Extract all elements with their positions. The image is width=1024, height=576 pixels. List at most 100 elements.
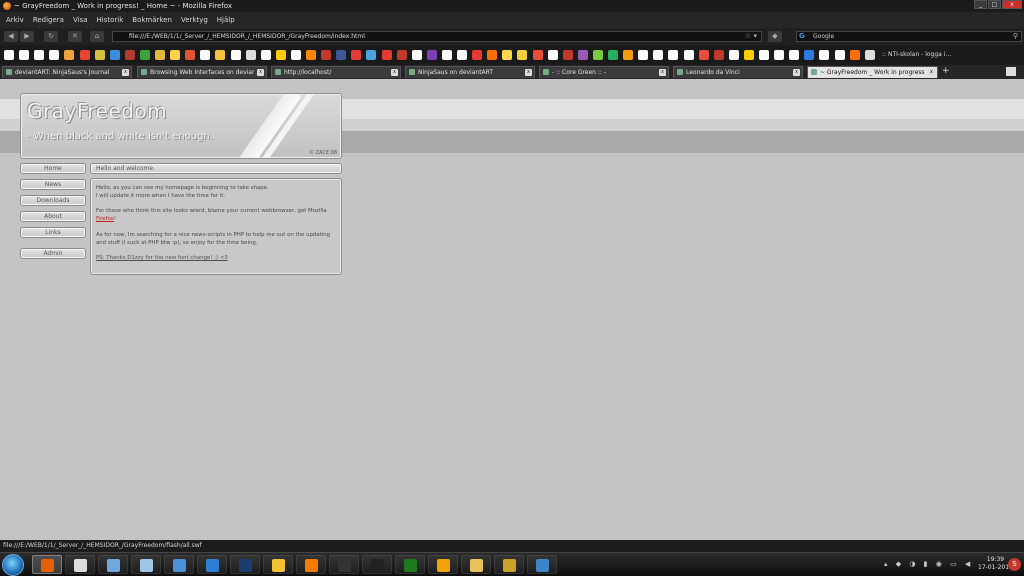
bookmark-icon[interactable] bbox=[668, 50, 679, 60]
menu-visa[interactable]: Visa bbox=[73, 16, 88, 24]
close-tab-icon[interactable]: x bbox=[793, 69, 800, 76]
bookmark-icon[interactable] bbox=[592, 50, 603, 60]
bookmark-icon[interactable] bbox=[532, 50, 543, 60]
taskbar-udk-button[interactable] bbox=[329, 555, 359, 574]
back-button[interactable]: ◀ bbox=[4, 31, 18, 42]
menu-hjalp[interactable]: Hjälp bbox=[217, 16, 235, 24]
new-tab-icon[interactable]: + bbox=[942, 66, 950, 76]
menu-redigera[interactable]: Redigera bbox=[33, 16, 64, 24]
menu-historik[interactable]: Historik bbox=[97, 16, 124, 24]
bookmark-icon[interactable] bbox=[804, 50, 815, 60]
bookmark-icon[interactable] bbox=[351, 50, 362, 60]
taskbar-firefox-button[interactable] bbox=[32, 555, 62, 574]
bookmark-icon[interactable] bbox=[245, 50, 256, 60]
taskbar-blue-file-button[interactable] bbox=[197, 555, 227, 574]
bookmark-icon[interactable] bbox=[683, 50, 694, 60]
bookmark-ntiskolan[interactable]: :: NTI-skolan - logga i... bbox=[882, 51, 951, 58]
bookmark-icon[interactable] bbox=[49, 50, 60, 60]
bookmark-icon[interactable] bbox=[306, 50, 316, 60]
bookmark-icon[interactable] bbox=[275, 50, 286, 60]
bookmark-icon[interactable] bbox=[789, 50, 800, 60]
maximize-button[interactable]: □ bbox=[988, 0, 1001, 9]
taskbar-windows-explorer-button[interactable] bbox=[98, 555, 128, 574]
bookmark-icon[interactable] bbox=[653, 50, 664, 60]
forward-button[interactable]: ▶ bbox=[20, 31, 34, 42]
taskbar-folder-button[interactable] bbox=[461, 555, 491, 574]
bookmark-icon[interactable] bbox=[79, 50, 90, 60]
close-tab-icon[interactable]: x bbox=[659, 69, 666, 76]
bookmark-icon[interactable] bbox=[185, 50, 196, 60]
bookmark-icon[interactable] bbox=[109, 50, 120, 60]
bookmark-icon[interactable] bbox=[743, 50, 754, 60]
reload-button[interactable]: ↻ bbox=[44, 31, 58, 42]
bookmark-icon[interactable] bbox=[562, 50, 573, 60]
tab-ninjasaus[interactable]: NinjaSaus on deviantART x bbox=[405, 66, 535, 78]
tab-web-interfaces[interactable]: Browsing Web Interfaces on deviant... x bbox=[137, 66, 267, 78]
bookmark-icon[interactable] bbox=[94, 50, 105, 60]
bookmark-icon[interactable] bbox=[64, 50, 75, 60]
tab-list-icon[interactable] bbox=[1006, 67, 1016, 76]
bookmark-icon[interactable] bbox=[834, 50, 845, 60]
bookmark-icon[interactable] bbox=[487, 50, 498, 60]
nav-news-button[interactable]: News bbox=[20, 179, 86, 190]
bookmark-icon[interactable] bbox=[260, 50, 271, 60]
nav-about-button[interactable]: About bbox=[20, 211, 86, 222]
stop-button[interactable]: ✕ bbox=[68, 31, 82, 42]
bookmark-icon[interactable] bbox=[728, 50, 739, 60]
taskbar-honeycomb-button[interactable] bbox=[263, 555, 293, 574]
bookmark-icon[interactable] bbox=[215, 50, 226, 60]
menu-verktyg[interactable]: Verktyg bbox=[181, 16, 208, 24]
bookmark-icon[interactable] bbox=[139, 50, 150, 60]
taskbar-wolf-button[interactable] bbox=[65, 555, 95, 574]
bookmark-icon[interactable] bbox=[608, 50, 618, 60]
taskbar-green-app-button[interactable] bbox=[395, 555, 425, 574]
addon-icon[interactable]: ◆ bbox=[768, 31, 782, 42]
bookmark-icon[interactable] bbox=[34, 50, 45, 60]
home-button[interactable]: ⌂ bbox=[90, 31, 104, 42]
system-tray[interactable]: ▴ ◆ ◑ ▮ ◉ ▭ ◀ bbox=[884, 560, 973, 568]
bookmark-icon[interactable] bbox=[441, 50, 452, 60]
bookmark-icon[interactable] bbox=[19, 50, 30, 60]
bookmark-icon[interactable] bbox=[864, 50, 875, 60]
bookmark-icon[interactable] bbox=[336, 50, 347, 60]
search-input[interactable]: G Google ⚲ bbox=[796, 31, 1022, 42]
taskbar-explorer-button[interactable] bbox=[494, 555, 524, 574]
taskbar-messenger-button[interactable] bbox=[164, 555, 194, 574]
taskbar-z-app-button[interactable] bbox=[428, 555, 458, 574]
tab-localhost[interactable]: http://localhost/x bbox=[271, 66, 401, 78]
url-bar[interactable]: file:///E:/WEB/1/1/_Server_/_HEMSIDOR_/_… bbox=[112, 31, 762, 42]
bookmark-icon[interactable] bbox=[200, 50, 211, 60]
nav-admin-button[interactable]: Admin bbox=[20, 248, 86, 259]
bookmark-icon[interactable] bbox=[502, 50, 513, 60]
bookmark-icon[interactable] bbox=[366, 50, 377, 60]
taskbar-photoshop-button[interactable] bbox=[230, 555, 260, 574]
close-tab-icon[interactable]: x bbox=[391, 69, 398, 76]
tab-core-green[interactable]: - :: Core Green :: -x bbox=[539, 66, 669, 78]
tab-journal[interactable]: deviantART: NinjaSaus's Journal x bbox=[2, 66, 132, 78]
bookmark-icon[interactable] bbox=[321, 50, 332, 60]
taskbar-blender-button[interactable] bbox=[296, 555, 326, 574]
start-button[interactable] bbox=[2, 554, 24, 576]
close-tab-icon[interactable]: x bbox=[257, 69, 264, 76]
menu-bokmarken[interactable]: Bokmärken bbox=[132, 16, 172, 24]
taskbar-notepad-button[interactable] bbox=[131, 555, 161, 574]
bookmark-icon[interactable] bbox=[517, 50, 528, 60]
bookmark-icon[interactable] bbox=[623, 50, 634, 60]
bookmark-icon[interactable] bbox=[124, 50, 135, 60]
bookmark-icon[interactable] bbox=[411, 50, 422, 60]
bookmark-icon[interactable] bbox=[155, 50, 165, 60]
bookmark-icon[interactable] bbox=[457, 50, 467, 60]
minimize-button[interactable]: _ bbox=[974, 0, 987, 9]
bookmark-icon[interactable] bbox=[290, 50, 301, 60]
bookmark-icon[interactable] bbox=[472, 50, 483, 60]
search-icon[interactable]: ⚲ bbox=[1013, 32, 1018, 40]
close-tab-icon[interactable]: x bbox=[525, 69, 532, 76]
menu-arkiv[interactable]: Arkiv bbox=[6, 16, 24, 24]
taskbar-steam-button[interactable] bbox=[362, 555, 392, 574]
bookmark-icon[interactable] bbox=[774, 50, 785, 60]
tab-leonardo[interactable]: Leonardo da Vinci x bbox=[673, 66, 803, 78]
bookmark-icon[interactable] bbox=[577, 50, 588, 60]
nav-home-button[interactable]: Home bbox=[20, 163, 86, 174]
bookmark-icon[interactable] bbox=[396, 50, 407, 60]
tray-red-icon[interactable]: S bbox=[1008, 558, 1021, 571]
